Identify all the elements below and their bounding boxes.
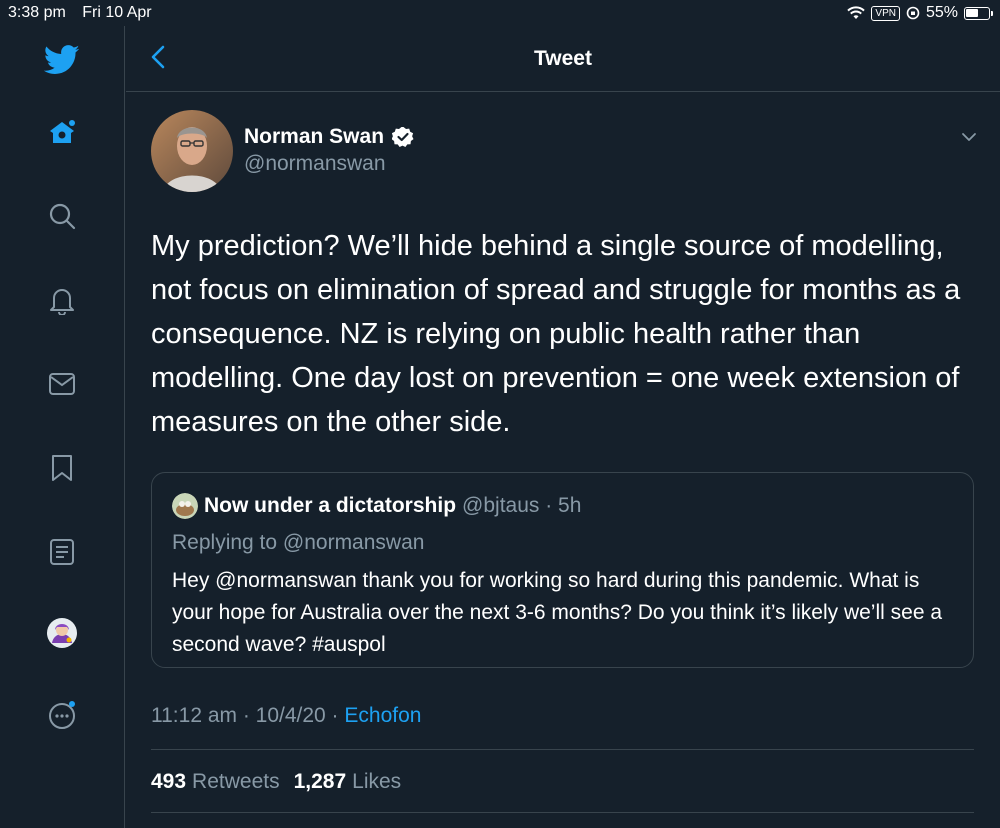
- quoted-author-meta: @bjtaus · 5h: [462, 494, 582, 517]
- quoted-replying-to: Replying to @normanswan: [172, 531, 425, 554]
- profile-avatar[interactable]: [42, 613, 82, 653]
- status-time: 3:38 pm: [8, 4, 66, 21]
- quoted-tweet[interactable]: Now under a dictatorship @bjtaus · 5h Re…: [151, 472, 974, 668]
- author-name[interactable]: Norman Swan: [244, 125, 384, 149]
- more-icon[interactable]: [42, 695, 82, 735]
- page-header: Tweet: [126, 26, 1000, 92]
- tweet-timestamp: 11:12 am · 10/4/20 · Echofon: [151, 704, 421, 728]
- author-handle[interactable]: @normanswan: [244, 152, 386, 176]
- quoted-author-avatar: [172, 493, 198, 519]
- page-title: Tweet: [534, 47, 592, 70]
- vpn-badge: VPN: [871, 5, 900, 21]
- chevron-down-icon[interactable]: [960, 128, 978, 146]
- likes-count[interactable]: 1,287: [294, 770, 347, 794]
- bell-icon[interactable]: [42, 280, 82, 320]
- mail-icon[interactable]: [42, 364, 82, 404]
- tweet-stats: 493 Retweets 1,287 Likes: [151, 770, 409, 794]
- quoted-author-name: Now under a dictatorship: [204, 494, 457, 517]
- lists-icon[interactable]: [42, 532, 82, 572]
- divider: [151, 749, 974, 750]
- tweet-source-link[interactable]: Echofon: [344, 704, 421, 727]
- search-icon[interactable]: [42, 196, 82, 236]
- verified-badge-icon: [392, 127, 414, 147]
- status-date: Fri 10 Apr: [82, 4, 152, 21]
- battery-percent: 55%: [925, 4, 958, 21]
- wifi-icon: [847, 6, 866, 19]
- retweets-count[interactable]: 493: [151, 770, 186, 794]
- quoted-tweet-text: Hey @normanswan thank you for working so…: [172, 569, 943, 656]
- author-name-row[interactable]: Norman Swan: [244, 125, 414, 149]
- tweet-text: My prediction? We’ll hide behind a singl…: [151, 230, 961, 438]
- bookmark-icon[interactable]: [42, 448, 82, 488]
- home-icon[interactable]: [42, 112, 82, 152]
- divider: [151, 812, 974, 813]
- tweet-detail: Norman Swan @normanswan My prediction? W…: [126, 92, 1000, 828]
- sidebar: [0, 26, 125, 828]
- retweets-label[interactable]: Retweets: [192, 770, 280, 794]
- battery-icon: [964, 6, 993, 20]
- timestamp-text: 11:12 am · 10/4/20 ·: [151, 704, 345, 727]
- orientation-lock-icon: [906, 6, 920, 20]
- twitter-logo-icon[interactable]: [42, 40, 82, 80]
- likes-label[interactable]: Likes: [352, 770, 401, 794]
- status-bar: 3:38 pm Fri 10 Apr VPN 55%: [0, 0, 1000, 26]
- author-avatar[interactable]: [151, 110, 233, 192]
